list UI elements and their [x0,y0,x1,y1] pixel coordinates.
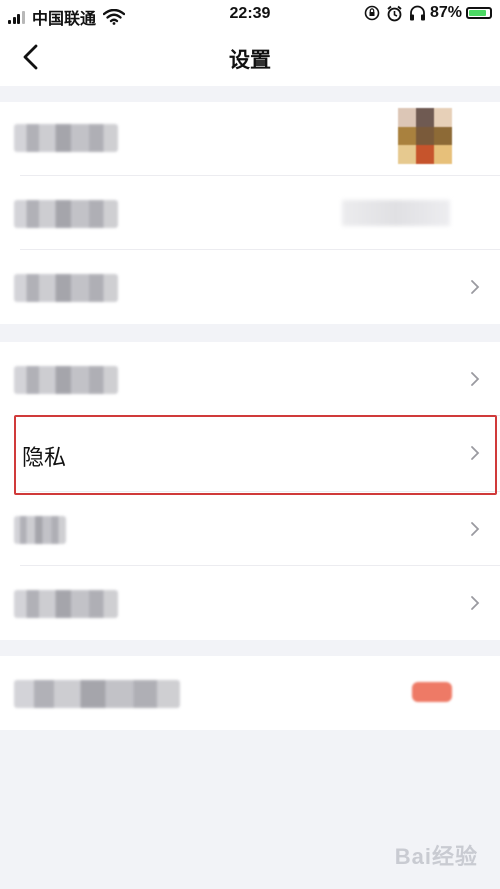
settings-row-8[interactable] [0,656,500,730]
chevron-right-icon [471,280,480,294]
blurred-label [14,590,118,618]
privacy-highlight-box [14,415,497,495]
battery-percent: 87% [429,4,462,21]
settings-row-4[interactable] [0,342,500,416]
settings-row-3[interactable] [0,250,500,324]
nav-bar: 设置 [0,30,500,86]
avatar [398,108,452,164]
rotation-lock-icon [364,5,380,21]
settings-row-7[interactable] [0,566,500,640]
status-right: 87% [364,4,492,22]
alarm-icon [387,5,402,21]
chevron-right-icon [471,522,480,536]
red-badge [412,682,452,702]
blurred-label [14,200,118,228]
blurred-value [342,200,450,226]
blurred-label [14,274,118,302]
settings-row-avatar[interactable] [0,102,500,176]
watermark: Bai经验 [394,844,478,869]
page-title: 设置 [229,49,271,72]
chevron-right-icon [471,596,480,610]
status-bar: 中国联通 22:39 87% [0,0,500,30]
blurred-label [14,124,118,152]
settings-row-6[interactable] [0,492,500,566]
blurred-label [14,680,180,708]
settings-row-2[interactable] [0,176,500,250]
blurred-label [14,516,66,544]
blurred-label [14,366,118,394]
headphones-icon [409,5,425,21]
battery-icon [466,7,492,19]
chevron-right-icon [471,372,480,386]
settings-group-other [0,656,500,730]
settings-group-account [0,102,500,324]
